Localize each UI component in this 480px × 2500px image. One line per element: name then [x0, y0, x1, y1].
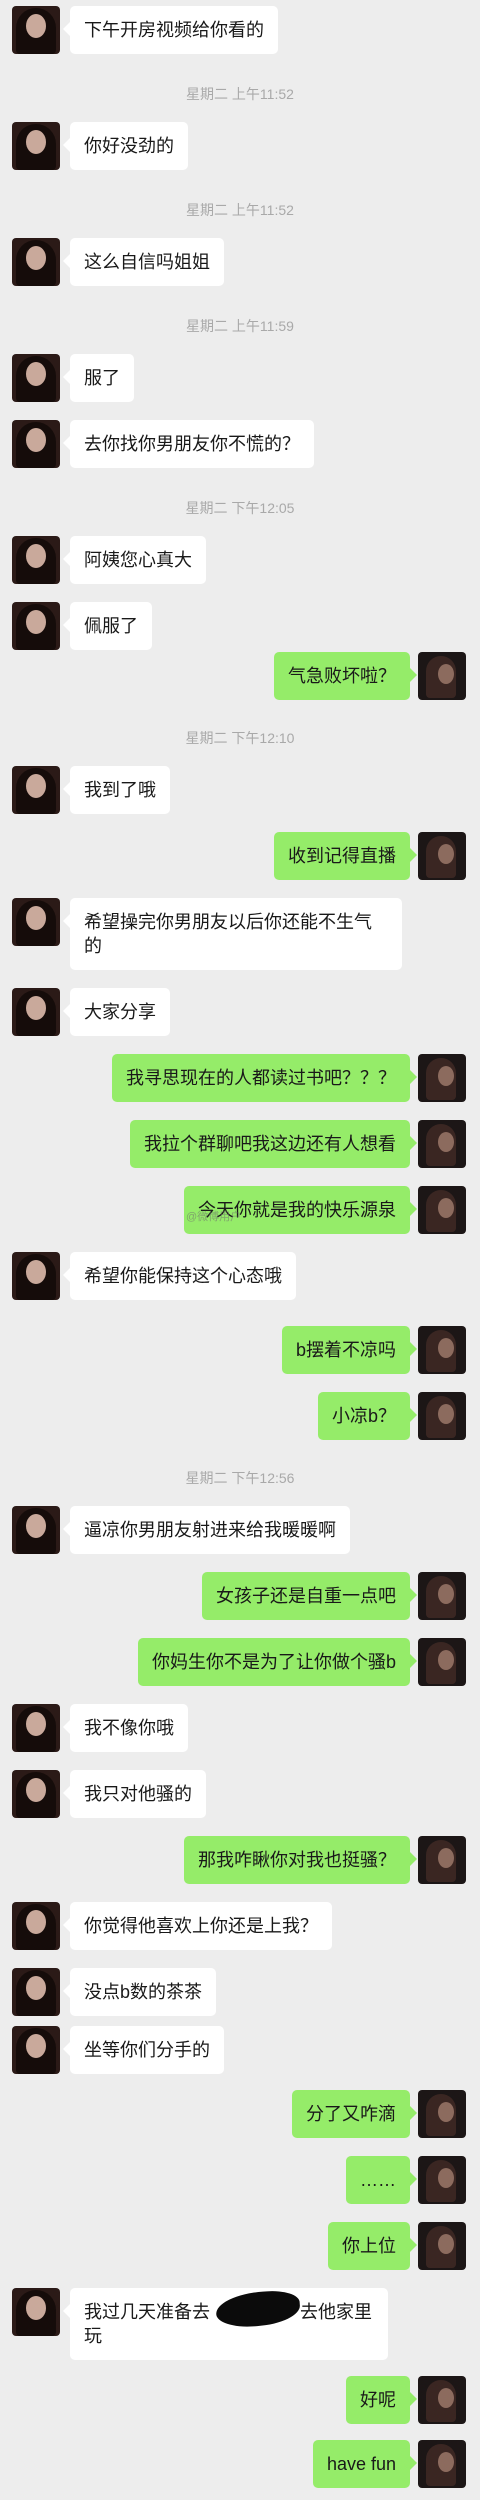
user-avatar[interactable] [418, 1054, 466, 1102]
contact-avatar[interactable] [12, 988, 60, 1036]
chat-screen: { "colors": { "background": "#ededed", "… [0, 0, 480, 2500]
message-bubble[interactable]: 佩服了 [63, 602, 152, 650]
message-bubble[interactable]: 我只对他骚的 [63, 1770, 206, 1818]
contact-avatar[interactable] [12, 766, 60, 814]
user-avatar[interactable] [418, 1638, 466, 1686]
contact-avatar[interactable] [12, 898, 60, 946]
contact-avatar[interactable] [12, 238, 60, 286]
user-avatar[interactable] [418, 2156, 466, 2204]
message-bubble[interactable]: 你妈生你不是为了让你做个骚b [137, 1638, 418, 1686]
user-avatar[interactable] [418, 1326, 466, 1374]
contact-avatar[interactable] [12, 1968, 60, 2016]
contact-avatar[interactable] [12, 420, 60, 468]
contact-avatar[interactable] [12, 602, 60, 650]
user-avatar[interactable] [418, 2090, 466, 2138]
message-bubble[interactable]: 没点b数的茶茶 [62, 1968, 217, 2016]
message-bubble[interactable]: 下午开房视频给你看的 [63, 6, 278, 54]
message-bubble[interactable]: 大家分享 [63, 988, 170, 1036]
message-bubble[interactable]: have fun [312, 2440, 418, 2488]
contact-avatar[interactable] [12, 122, 60, 170]
message-bubble[interactable]: 小凉b？ [317, 1392, 418, 1440]
contact-avatar[interactable] [12, 1506, 60, 1554]
message-bubble[interactable]: …… [346, 2156, 417, 2204]
message-bubble[interactable]: 去你找你男朋友你不慌的？ [63, 420, 314, 468]
timestamp: 星期二 下午12:10 [185, 730, 295, 746]
contact-avatar[interactable] [12, 1252, 60, 1300]
message-bubble[interactable]: 我到了哦 [63, 766, 170, 814]
timestamp: 星期二 上午11:52 [186, 86, 294, 102]
user-avatar[interactable] [418, 2376, 466, 2424]
contact-avatar[interactable] [12, 354, 60, 402]
message-bubble[interactable]: 好呢 [346, 2376, 417, 2424]
contact-avatar[interactable] [12, 6, 60, 54]
user-avatar[interactable] [418, 2440, 466, 2488]
user-avatar[interactable] [418, 652, 466, 700]
message-bubble[interactable]: 那我咋瞅你对我也挺骚？ [184, 1836, 417, 1884]
contact-avatar[interactable] [12, 1770, 60, 1818]
message-bubble[interactable]: 希望操完你男朋友以后你还能不生气的 [63, 898, 402, 970]
message-bubble[interactable]: 希望你能保持这个心态哦 [63, 1252, 296, 1300]
timestamp: 星期二 上午11:59 [186, 318, 294, 334]
message-bubble[interactable]: 你上位 [328, 2222, 417, 2270]
user-avatar[interactable] [418, 832, 466, 880]
message-bubble[interactable]: 我寻思现在的人都读过书吧？？？ [112, 1054, 417, 1102]
message-bubble[interactable]: 服了 [63, 354, 134, 402]
message-bubble[interactable]: 女孩子还是自重一点吧 [202, 1572, 417, 1620]
message-bubble[interactable]: 我不像你哦 [63, 1704, 188, 1752]
contact-avatar[interactable] [12, 2026, 60, 2074]
user-avatar[interactable] [418, 1186, 466, 1234]
message-bubble[interactable]: 坐等你们分手的 [63, 2026, 224, 2074]
message-bubble[interactable]: 你好没劲的 [63, 122, 188, 170]
user-avatar[interactable] [418, 1392, 466, 1440]
contact-avatar[interactable] [12, 1902, 60, 1950]
contact-avatar[interactable] [12, 1704, 60, 1752]
message-bubble[interactable]: 气急败坏啦？ [274, 652, 417, 700]
user-avatar[interactable] [418, 1836, 466, 1884]
message-bubble[interactable]: 收到记得直播 [274, 832, 417, 880]
contact-avatar[interactable] [12, 536, 60, 584]
message-bubble[interactable]: 我拉个群聊吧我这边还有人想看 [130, 1120, 417, 1168]
message-bubble[interactable]: 分了又咋滴 [292, 2090, 417, 2138]
message-bubble[interactable]: 这么自信吗姐姐 [63, 238, 224, 286]
message-bubble[interactable]: 阿姨您心真大 [63, 536, 206, 584]
message-bubble[interactable]: b摆着不凉吗 [281, 1326, 418, 1374]
user-avatar[interactable] [418, 1572, 466, 1620]
user-avatar[interactable] [418, 1120, 466, 1168]
watermark: @微博用户 [186, 1211, 242, 1223]
user-avatar[interactable] [418, 2222, 466, 2270]
timestamp: 星期二 下午12:56 [185, 1470, 295, 1486]
timestamp: 星期二 上午11:52 [186, 202, 294, 218]
message-bubble[interactable]: 逼凉你男朋友射进来给我暖暖啊 [63, 1506, 350, 1554]
timestamp: 星期二 下午12:05 [185, 500, 295, 516]
message-bubble[interactable]: 你觉得他喜欢上你还是上我？ [63, 1902, 332, 1950]
contact-avatar[interactable] [12, 2288, 60, 2336]
